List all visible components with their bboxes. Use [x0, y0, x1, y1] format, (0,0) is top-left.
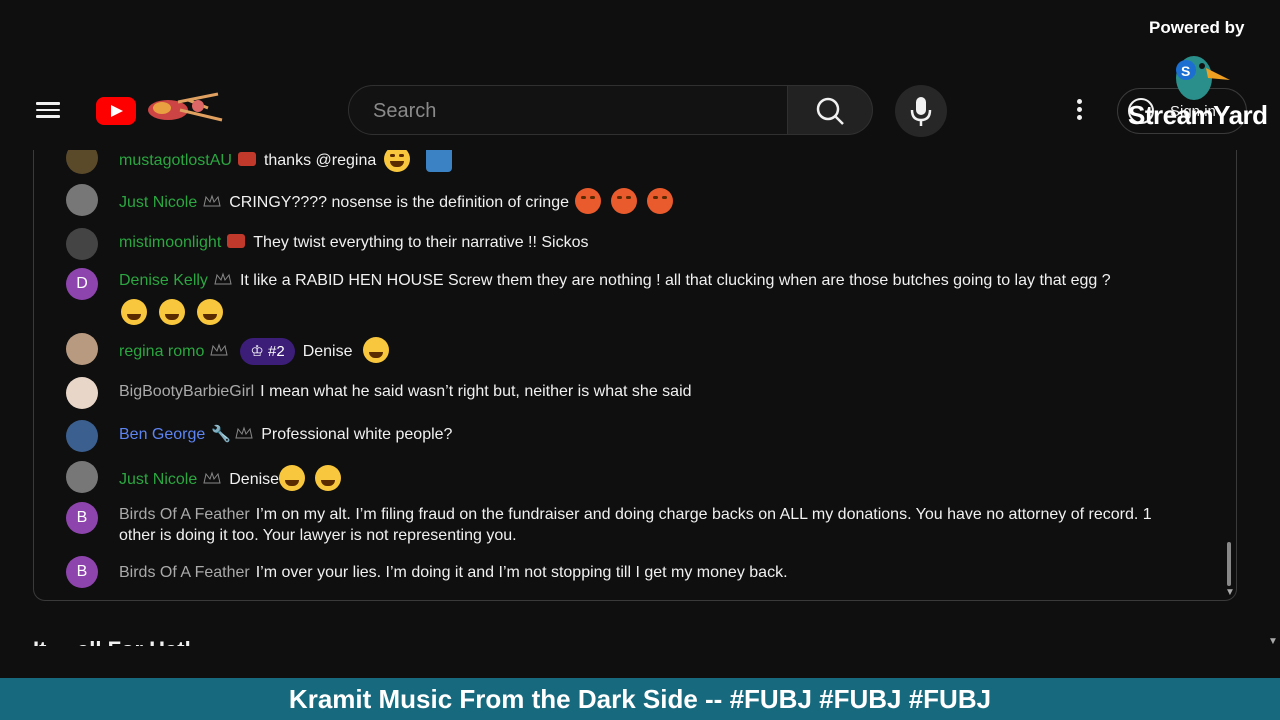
avatar[interactable] [66, 333, 98, 365]
search-input[interactable] [371, 98, 755, 124]
youtube-logo[interactable] [96, 97, 136, 125]
angry-emoji-icon [611, 188, 637, 214]
laughing-emoji-icon [197, 299, 223, 325]
member-badge-icon [227, 234, 246, 248]
message-text: Denise [302, 343, 353, 360]
voice-search-button[interactable] [895, 85, 947, 137]
member-badge-icon [237, 152, 256, 166]
author-name[interactable]: Just Nicole [119, 194, 197, 211]
masthead: Sign in [0, 0, 1280, 150]
author-name[interactable]: Just Nicole [119, 471, 197, 488]
video-title-partial: It ... all For Hatl... [33, 630, 209, 646]
microphone-icon [910, 97, 932, 126]
message-text: Professional white people? [261, 426, 453, 443]
laughing-emoji-icon [315, 465, 342, 491]
crown-badge-icon [203, 194, 221, 207]
avatar[interactable] [66, 461, 98, 493]
crown-badge-icon [203, 471, 221, 484]
crown-badge-icon [210, 343, 228, 356]
ticker-banner: Kramit Music From the Dark Side -- #FUBJ… [0, 678, 1280, 720]
live-chat-panel: mustagotlostAU thanks @regina Just Nicole… [33, 140, 1237, 601]
menu-icon[interactable] [34, 98, 62, 124]
laughing-emoji-icon [159, 299, 185, 325]
message-text: I’m on my alt. I’m filing fraud on the f… [119, 506, 1152, 544]
author-name[interactable]: regina romo [119, 343, 204, 360]
message-text: Denise [229, 471, 280, 488]
avatar[interactable] [66, 184, 98, 216]
author-name[interactable]: BigBootyBarbieGirl [119, 383, 254, 400]
search-box[interactable] [348, 85, 788, 135]
search-button[interactable] [788, 85, 873, 135]
crown-badge-icon [214, 272, 232, 285]
avatar[interactable]: B [66, 556, 98, 588]
scroll-down-arrow-icon[interactable]: ▼ [1225, 587, 1235, 598]
laughing-emoji-icon [279, 465, 306, 491]
avatar[interactable]: D [66, 268, 98, 300]
author-name[interactable]: Ben George [119, 426, 205, 443]
rank-label: #2 [268, 343, 285, 360]
author-name[interactable]: Denise Kelly [119, 272, 208, 289]
powered-by-text: Powered by [1149, 18, 1245, 37]
ticker-text: Kramit Music From the Dark Side -- #FUBJ… [288, 684, 992, 714]
crown-icon: ♔ [250, 343, 268, 360]
more-options-icon[interactable] [1066, 96, 1092, 126]
message-text: CRINGY???? nosense is the definition of … [229, 194, 569, 211]
message-text: I mean what he said wasn’t right but, ne… [260, 383, 692, 400]
message-text: It like a RABID HEN HOUSE Screw them the… [239, 272, 1111, 289]
crown-badge-icon [235, 426, 253, 439]
laughing-emoji-icon [121, 299, 147, 325]
angry-emoji-icon [575, 188, 601, 214]
author-name[interactable]: Birds Of A Feather [119, 506, 250, 523]
doodle-logo[interactable] [138, 88, 224, 128]
author-name[interactable]: mistimoonlight [119, 234, 221, 251]
author-name[interactable]: mustagotlostAU [119, 152, 232, 169]
author-name[interactable]: Birds Of A Feather [119, 564, 250, 581]
svg-text:S: S [1181, 63, 1190, 79]
chat-scrollbar[interactable] [1227, 542, 1231, 586]
avatar[interactable] [66, 420, 98, 452]
wrench-icon: 🔧 [211, 426, 232, 443]
rank-badge: ♔ #2 [240, 338, 295, 365]
message-text: I’m over your lies. I’m doing it and I’m… [255, 564, 788, 581]
avatar[interactable] [66, 228, 98, 260]
streamyard-duck-logo: S [1176, 56, 1230, 100]
search-icon [816, 97, 844, 125]
laughing-emoji-icon [362, 337, 389, 363]
message-text: They twist everything to their narrative… [253, 234, 589, 251]
avatar[interactable] [66, 377, 98, 409]
message-text: thanks @regina [263, 152, 377, 169]
angry-emoji-icon [647, 188, 673, 214]
page-scroll-down-arrow-icon[interactable]: ▼ [1268, 636, 1278, 647]
avatar[interactable]: B [66, 502, 98, 534]
streamyard-logo-text: StreamYard [1128, 100, 1268, 130]
